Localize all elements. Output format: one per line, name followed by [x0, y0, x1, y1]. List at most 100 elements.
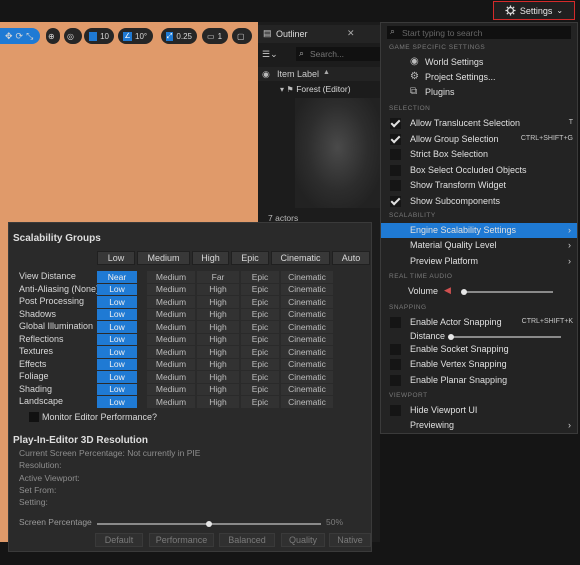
outliner-tab[interactable]: ▤ Outliner ✕ [258, 25, 380, 43]
quality-cell[interactable]: Cinematic [281, 296, 333, 309]
quality-cell[interactable]: Epic [241, 296, 279, 309]
distance-slider-track[interactable] [449, 336, 561, 338]
menu-item-hide-viewport-ui[interactable]: Hide Viewport UI [381, 403, 577, 418]
quality-cell[interactable]: High [197, 346, 239, 359]
checkbox[interactable] [390, 118, 401, 129]
quality-cell[interactable]: High [197, 296, 239, 309]
quality-cell[interactable]: High [197, 396, 239, 409]
quality-cell[interactable]: Low [97, 346, 137, 359]
checkbox[interactable] [390, 180, 401, 191]
quality-cell[interactable]: Cinematic [281, 358, 333, 371]
preset-button[interactable]: Native [329, 533, 371, 547]
checkbox[interactable] [390, 375, 401, 386]
quality-cell[interactable]: High [197, 308, 239, 321]
quality-cell[interactable]: Medium [147, 308, 195, 321]
checkbox[interactable] [390, 317, 401, 328]
preset-button[interactable]: Performance [149, 533, 214, 547]
quality-cell[interactable]: Epic [241, 346, 279, 359]
maximize-viewport-button[interactable]: ▢ [232, 28, 252, 44]
quality-cell[interactable]: Cinematic [281, 321, 333, 334]
menu-item-selection[interactable]: Allow Translucent Selection T [381, 116, 577, 131]
quality-button[interactable]: Medium [137, 251, 190, 265]
quality-cell[interactable]: High [197, 371, 239, 384]
quality-cell[interactable]: Epic [241, 271, 279, 284]
quality-cell[interactable]: Epic [241, 333, 279, 346]
camera-speed-button[interactable]: ▭ 1 [202, 28, 228, 44]
quality-cell[interactable]: Low [97, 358, 137, 371]
quality-cell[interactable]: Epic [241, 283, 279, 296]
menu-item-plugins[interactable]: ⧉ Plugins [381, 85, 577, 100]
quality-cell[interactable]: Medium [147, 321, 195, 334]
menu-item-selection[interactable]: Show Subcomponents [381, 194, 577, 209]
preset-button[interactable]: Default [95, 533, 143, 547]
quality-cell[interactable]: Low [97, 296, 137, 309]
checkbox[interactable] [390, 195, 401, 207]
preset-button[interactable]: Balanced [219, 533, 275, 547]
quality-cell[interactable]: Medium [147, 358, 195, 371]
settings-button[interactable]: Settings ⌄ [493, 1, 575, 20]
quality-cell[interactable]: High [197, 333, 239, 346]
preset-button[interactable]: Quality [281, 533, 325, 547]
quality-cell[interactable]: Low [97, 396, 137, 409]
scale-icon[interactable]: ⤡ [26, 31, 33, 42]
quality-button[interactable]: Epic [231, 251, 269, 265]
transform-tools[interactable]: ✥ ⟳ ⤡ [0, 28, 40, 44]
quality-cell[interactable]: Low [97, 383, 137, 396]
quality-button[interactable]: Cinematic [271, 251, 330, 265]
quality-cell[interactable]: Cinematic [281, 333, 333, 346]
volume-slider-knob[interactable] [461, 289, 467, 295]
menu-item-socket-snapping[interactable]: Enable Socket Snapping [381, 342, 577, 357]
menu-item-previewing[interactable]: Previewing › [381, 418, 577, 433]
menu-item-planar-snapping[interactable]: Enable Planar Snapping [381, 373, 577, 388]
outliner-column-header[interactable]: ◉ Item Label ▲ [258, 67, 380, 81]
quality-cell[interactable]: Cinematic [281, 371, 333, 384]
menu-item-preview-platform[interactable]: Preview Platform › [381, 254, 577, 269]
quality-cell[interactable]: Medium [147, 271, 195, 284]
menu-item-actor-snapping[interactable]: Enable Actor Snapping CTRL+SHIFT+K [381, 315, 577, 330]
checkbox[interactable] [390, 405, 401, 416]
quality-cell[interactable]: Medium [147, 296, 195, 309]
quality-cell[interactable]: High [197, 383, 239, 396]
checkbox[interactable] [390, 149, 401, 160]
quality-button[interactable]: Auto [332, 251, 370, 265]
checkbox[interactable] [390, 359, 401, 370]
close-icon[interactable]: ✕ [347, 28, 355, 39]
quality-cell[interactable]: Cinematic [281, 396, 333, 409]
quality-cell[interactable]: Medium [147, 371, 195, 384]
quality-cell[interactable]: Medium [147, 383, 195, 396]
quality-cell[interactable]: High [197, 321, 239, 334]
quality-cell[interactable]: Medium [147, 346, 195, 359]
slider-knob[interactable] [206, 521, 212, 527]
quality-cell[interactable]: Cinematic [281, 346, 333, 359]
menu-item-material-quality[interactable]: Material Quality Level › [381, 238, 577, 253]
menu-item-selection[interactable]: Allow Group Selection CTRL+SHIFT+G [381, 132, 577, 147]
quality-cell[interactable]: Epic [241, 358, 279, 371]
menu-item-vertex-snapping[interactable]: Enable Vertex Snapping [381, 357, 577, 372]
distance-slider-knob[interactable] [448, 334, 454, 340]
surface-snap-button[interactable]: ◎ [64, 28, 82, 44]
quality-cell[interactable]: Epic [241, 308, 279, 321]
screen-percentage-slider[interactable] [97, 520, 321, 528]
quality-cell[interactable]: Low [97, 308, 137, 321]
quality-cell[interactable]: Low [97, 283, 137, 296]
visibility-eye-icon[interactable]: ◉ [262, 69, 270, 80]
rotation-snap-button[interactable]: ∠ 10° [118, 28, 153, 44]
expand-arrow-icon[interactable]: ▾ [280, 85, 284, 94]
menu-item-engine-scalability[interactable]: Engine Scalability Settings › [381, 223, 577, 238]
quality-cell[interactable]: Cinematic [281, 271, 333, 284]
quality-cell[interactable]: Cinematic [281, 308, 333, 321]
quality-cell[interactable]: Low [97, 333, 137, 346]
checkbox[interactable] [390, 164, 401, 176]
quality-cell[interactable]: Near [97, 271, 137, 284]
checkbox[interactable] [390, 133, 401, 145]
checkbox[interactable] [390, 344, 401, 355]
monitor-checkbox[interactable] [29, 412, 39, 422]
quality-button[interactable]: Low [97, 251, 135, 265]
quality-cell[interactable]: Low [97, 321, 137, 334]
quality-cell[interactable]: Medium [147, 333, 195, 346]
rotate-icon[interactable]: ⟳ [16, 31, 24, 42]
menu-item-world-settings[interactable]: ◉ World Settings [381, 55, 577, 70]
quality-cell[interactable]: Epic [241, 371, 279, 384]
quality-cell[interactable]: Low [97, 371, 137, 384]
grid-snap-button[interactable]: 10 [84, 28, 114, 44]
